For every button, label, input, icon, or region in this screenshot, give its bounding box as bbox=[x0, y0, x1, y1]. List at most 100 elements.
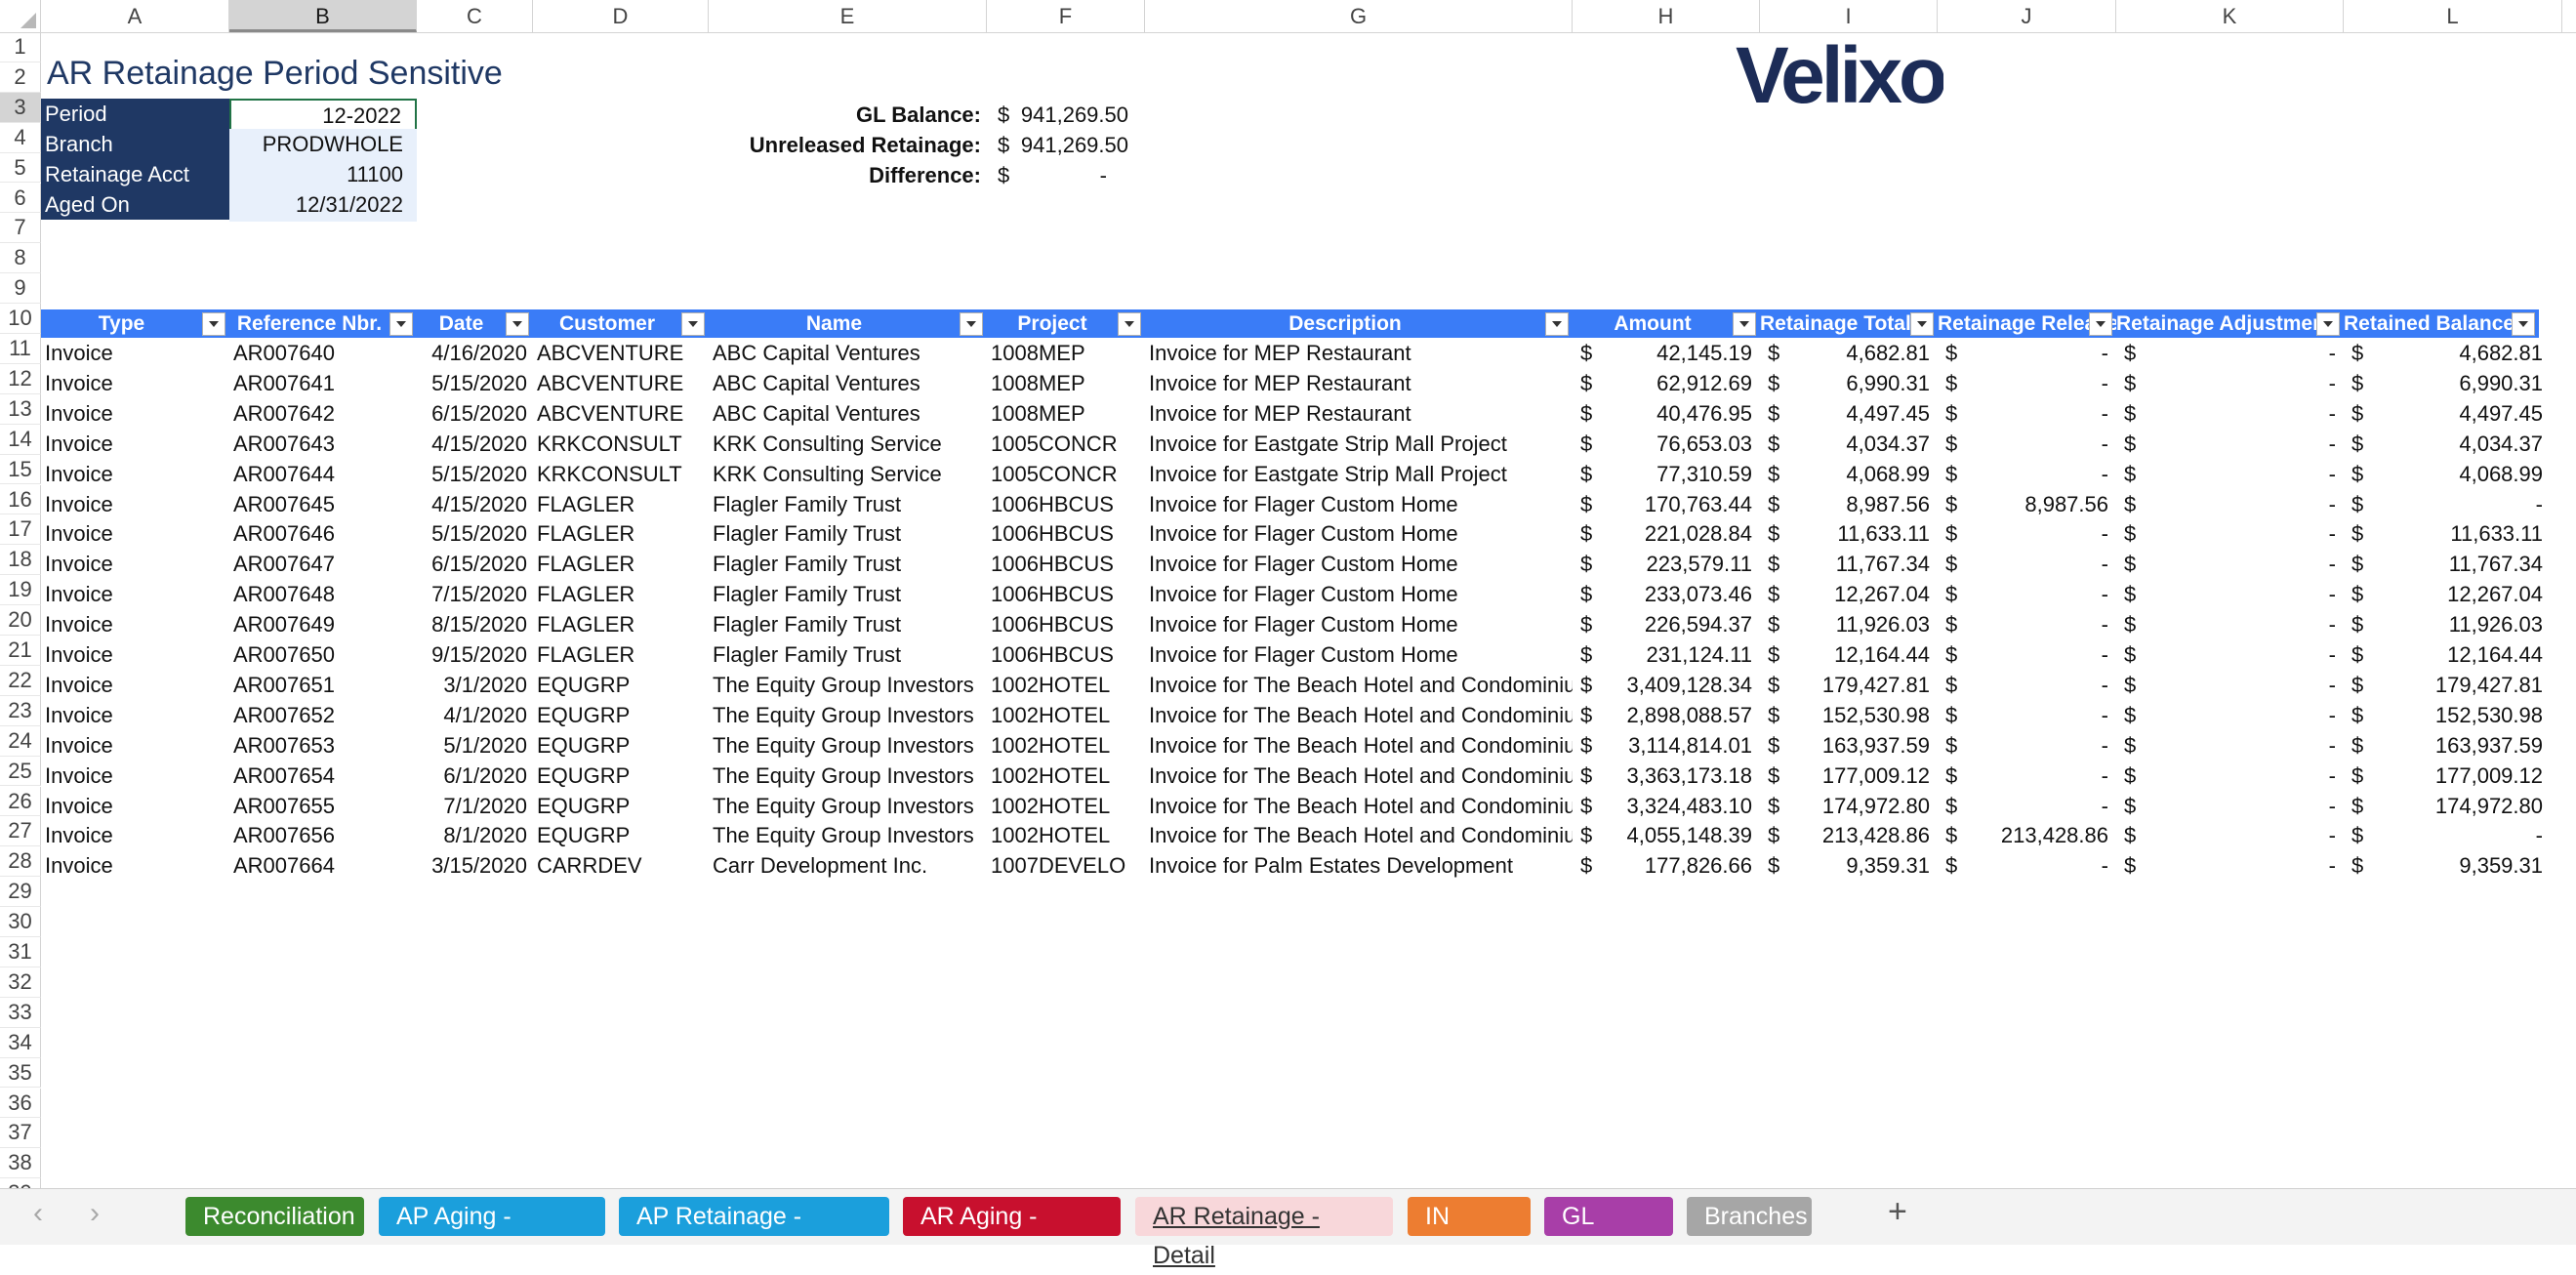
filter-dropdown-icon[interactable] bbox=[1545, 312, 1569, 337]
table-cell[interactable]: $ - bbox=[2116, 821, 2344, 851]
table-cell[interactable]: ABCVENTURE bbox=[533, 399, 709, 430]
row-header[interactable]: 31 bbox=[0, 937, 41, 967]
table-cell[interactable]: Invoice for MEP Restaurant bbox=[1145, 399, 1573, 430]
table-cell[interactable]: Invoice for Flager Custom Home bbox=[1145, 550, 1573, 580]
table-cell[interactable]: Invoice for Eastgate Strip Mall Project bbox=[1145, 430, 1573, 460]
table-cell[interactable]: $177,826.66 bbox=[1573, 851, 1760, 882]
table-cell[interactable]: AR007655 bbox=[229, 792, 417, 822]
table-cell[interactable]: 1002HOTEL bbox=[987, 701, 1145, 731]
table-cell[interactable]: Invoice bbox=[41, 369, 229, 399]
filter-dropdown-icon[interactable] bbox=[506, 312, 529, 337]
table-cell[interactable]: ABC Capital Ventures bbox=[709, 369, 987, 399]
table-cell[interactable]: AR007642 bbox=[229, 399, 417, 430]
table-cell[interactable]: $12,267.04 bbox=[1760, 580, 1938, 610]
column-header-c[interactable]: C bbox=[417, 0, 533, 32]
sheet-tab-branches[interactable]: Branches bbox=[1687, 1197, 1812, 1236]
column-header-g[interactable]: G bbox=[1145, 0, 1573, 32]
row-header[interactable]: 22 bbox=[0, 665, 41, 696]
row-header[interactable]: 9 bbox=[0, 273, 41, 305]
table-cell[interactable]: $42,145.19 bbox=[1573, 339, 1760, 369]
table-cell[interactable]: $4,068.99 bbox=[2344, 460, 2562, 490]
row-header[interactable]: 6 bbox=[0, 183, 41, 214]
row-header[interactable]: 17 bbox=[0, 514, 41, 546]
table-cell[interactable]: Invoice for The Beach Hotel and Condomin… bbox=[1145, 731, 1573, 761]
table-cell[interactable]: $77,310.59 bbox=[1573, 460, 1760, 490]
table-cell[interactable]: $3,324,483.10 bbox=[1573, 792, 1760, 822]
table-cell[interactable]: FLAGLER bbox=[533, 610, 709, 640]
table-cell[interactable]: AR007647 bbox=[229, 550, 417, 580]
table-cell[interactable]: $213,428.86 bbox=[1760, 821, 1938, 851]
table-cell[interactable]: $ - bbox=[1938, 671, 2116, 701]
table-cell[interactable]: 1006HBCUS bbox=[987, 519, 1145, 550]
table-cell[interactable]: FLAGLER bbox=[533, 490, 709, 520]
table-cell[interactable]: AR007643 bbox=[229, 430, 417, 460]
table-cell[interactable]: EQUGRP bbox=[533, 821, 709, 851]
table-cell[interactable]: Invoice for Flager Custom Home bbox=[1145, 490, 1573, 520]
filter-dropdown-icon[interactable] bbox=[202, 312, 225, 337]
table-cell[interactable]: KRKCONSULT bbox=[533, 460, 709, 490]
table-cell[interactable]: $233,073.46 bbox=[1573, 580, 1760, 610]
table-cell[interactable]: Flagler Family Trust bbox=[709, 490, 987, 520]
sheet-tab-ap-retainage-details[interactable]: AP Retainage - Details bbox=[619, 1197, 889, 1269]
table-cell[interactable]: 8/1/2020 bbox=[417, 821, 533, 851]
filter-dropdown-icon[interactable] bbox=[2316, 312, 2340, 337]
table-cell[interactable]: $ - bbox=[1938, 369, 2116, 399]
table-cell[interactable]: $9,359.31 bbox=[2344, 851, 2562, 882]
table-cell[interactable]: 5/1/2020 bbox=[417, 731, 533, 761]
row-header[interactable]: 3 bbox=[0, 92, 41, 123]
table-cell[interactable]: $4,682.81 bbox=[2344, 339, 2562, 369]
row-header[interactable]: 25 bbox=[0, 756, 41, 787]
table-cell[interactable]: 1006HBCUS bbox=[987, 610, 1145, 640]
table-cell[interactable]: AR007641 bbox=[229, 369, 417, 399]
table-cell[interactable]: $8,987.56 bbox=[1938, 490, 2116, 520]
row-header[interactable]: 16 bbox=[0, 484, 41, 515]
table-cell[interactable]: 1006HBCUS bbox=[987, 490, 1145, 520]
table-cell[interactable]: Invoice bbox=[41, 761, 229, 792]
table-cell[interactable]: EQUGRP bbox=[533, 761, 709, 792]
table-cell[interactable]: Invoice for Flager Custom Home bbox=[1145, 610, 1573, 640]
table-cell[interactable]: Invoice bbox=[41, 610, 229, 640]
table-cell[interactable]: 1006HBCUS bbox=[987, 580, 1145, 610]
table-cell[interactable]: 4/15/2020 bbox=[417, 490, 533, 520]
table-cell[interactable]: EQUGRP bbox=[533, 792, 709, 822]
table-cell[interactable]: $213,428.86 bbox=[1938, 821, 2116, 851]
table-cell[interactable]: $ - bbox=[2344, 821, 2562, 851]
table-cell[interactable]: Flagler Family Trust bbox=[709, 640, 987, 671]
column-header-b[interactable]: B bbox=[229, 0, 417, 32]
row-header[interactable]: 34 bbox=[0, 1027, 41, 1058]
row-header[interactable]: 29 bbox=[0, 877, 41, 908]
table-cell[interactable]: The Equity Group Investors bbox=[709, 761, 987, 792]
row-header[interactable]: 4 bbox=[0, 122, 41, 153]
table-cell[interactable]: $62,912.69 bbox=[1573, 369, 1760, 399]
table-cell[interactable]: $12,164.44 bbox=[1760, 640, 1938, 671]
table-cell[interactable]: Invoice bbox=[41, 519, 229, 550]
table-cell[interactable]: $ - bbox=[1938, 761, 2116, 792]
table-cell[interactable]: The Equity Group Investors bbox=[709, 671, 987, 701]
select-all-corner[interactable] bbox=[0, 0, 41, 32]
table-cell[interactable]: $ - bbox=[1938, 580, 2116, 610]
table-cell[interactable]: 6/15/2020 bbox=[417, 399, 533, 430]
table-cell[interactable]: $177,009.12 bbox=[2344, 761, 2562, 792]
table-cell[interactable]: $4,682.81 bbox=[1760, 339, 1938, 369]
table-cell[interactable]: Invoice for MEP Restaurant bbox=[1145, 339, 1573, 369]
column-header-d[interactable]: D bbox=[533, 0, 709, 32]
table-cell[interactable]: 4/16/2020 bbox=[417, 339, 533, 369]
table-cell[interactable]: 7/1/2020 bbox=[417, 792, 533, 822]
sheet-tab-in-detail[interactable]: IN Detail bbox=[1408, 1197, 1531, 1269]
table-cell[interactable]: $ - bbox=[2116, 761, 2344, 792]
table-cell[interactable]: $4,068.99 bbox=[1760, 460, 1938, 490]
table-cell[interactable]: $4,497.45 bbox=[1760, 399, 1938, 430]
row-header[interactable]: 24 bbox=[0, 725, 41, 757]
table-cell[interactable]: $6,990.31 bbox=[1760, 369, 1938, 399]
sheet-tab-gl-detail[interactable]: GL Detail bbox=[1544, 1197, 1673, 1269]
table-cell[interactable]: $76,653.03 bbox=[1573, 430, 1760, 460]
table-cell[interactable]: KRK Consulting Service bbox=[709, 430, 987, 460]
table-cell[interactable]: Invoice for The Beach Hotel and Condomin… bbox=[1145, 761, 1573, 792]
table-cell[interactable]: ABC Capital Ventures bbox=[709, 399, 987, 430]
row-header[interactable]: 7 bbox=[0, 213, 41, 244]
table-cell[interactable]: $ - bbox=[1938, 701, 2116, 731]
table-cell[interactable]: Invoice for Flager Custom Home bbox=[1145, 519, 1573, 550]
table-cell[interactable]: 4/15/2020 bbox=[417, 430, 533, 460]
table-cell[interactable]: $ - bbox=[1938, 399, 2116, 430]
table-cell[interactable]: $ - bbox=[2116, 792, 2344, 822]
